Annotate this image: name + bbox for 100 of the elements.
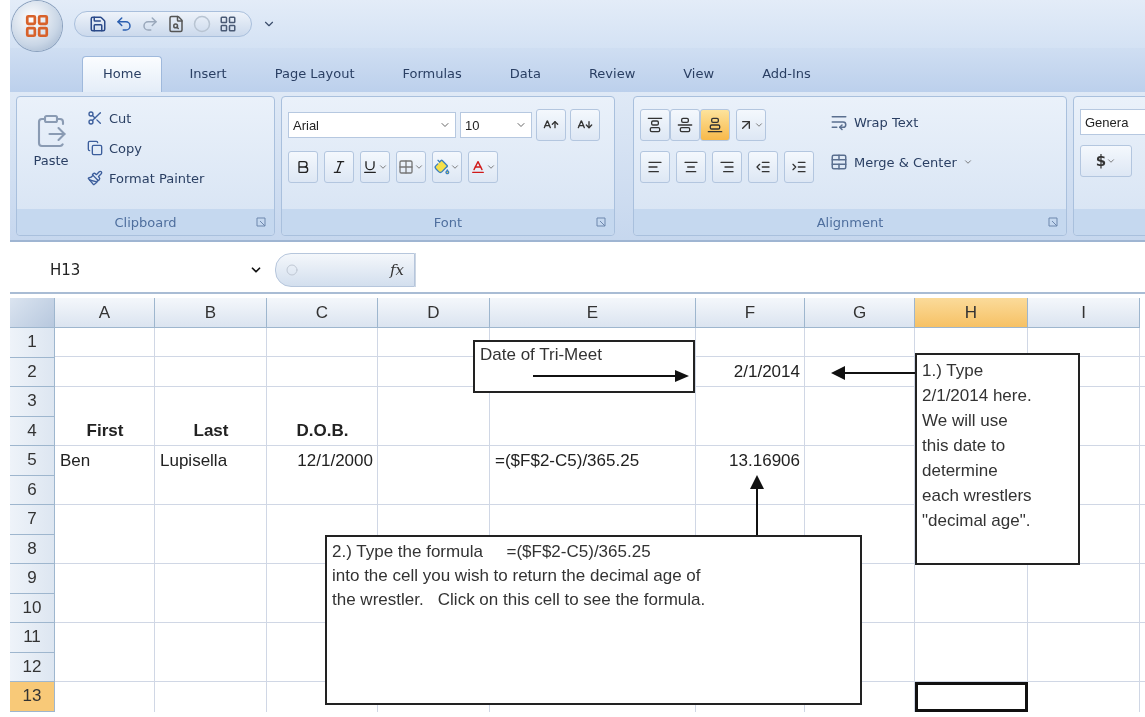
middle-align-icon [677,117,693,133]
vertical-align-button[interactable] [640,109,670,141]
ribbon-tab[interactable]: Formulas [381,56,483,92]
grow-font-button[interactable] [536,109,566,141]
office-button[interactable] [12,1,62,51]
dialog-launcher-icon[interactable] [596,217,606,227]
paste-button[interactable]: Paste [23,105,79,209]
bold-icon [295,159,311,175]
italic-button[interactable] [324,151,354,183]
note-text: 1.) Type 2/1/2014 here. We will use this date to determine each wrestlers "decimal age". [921,360,1033,532]
row-header[interactable]: 8 [10,534,54,564]
selected-cell[interactable] [915,682,1028,712]
table-cell-text: 12/1/2000 [296,449,374,472]
layout-icon[interactable] [219,15,237,33]
align-right-button[interactable] [712,151,742,183]
table-cell-text: Ben [59,449,92,472]
column-header[interactable]: F [696,298,805,328]
bold-button[interactable] [288,151,318,183]
ribbon-tab[interactable]: Insert [168,56,248,92]
font-color-button[interactable] [468,151,498,183]
row-header[interactable]: 12 [10,652,54,682]
align-right-icon [719,159,735,175]
table-cell-text: Lupisella [159,449,229,472]
save-icon[interactable] [89,15,107,33]
font-name-field[interactable]: Arial [288,112,456,138]
print-preview-icon[interactable] [167,15,185,33]
shrink-font-button[interactable] [570,109,600,141]
caret-icon [754,120,764,130]
merge-cells-icon [830,153,848,171]
clipboard-button[interactable]: Format Painter [87,165,205,191]
caret-icon [450,162,460,172]
column-header[interactable]: G [805,298,915,328]
ribbon-tab[interactable]: Review [567,56,657,92]
copy-icon [87,140,103,156]
table-cell-text: 13.16906 [728,449,801,472]
bottom-align-icon [707,117,723,133]
grid-icon [24,13,50,39]
row-header[interactable]: 2 [10,357,54,387]
caret-icon [378,162,388,172]
group-label: Font [433,214,463,230]
column-header[interactable]: E [490,298,696,328]
row-header[interactable]: 9 [10,564,54,594]
table-cell-text: First [85,420,125,443]
note-text: 2.) Type the formula =($F$2-C5)/365.25 into the cell you wish to return the decimal age of the wrestler. Click on this cell to see the formula. [331,541,707,611]
column-header[interactable]: I [1028,298,1140,328]
paintbrush-icon [87,170,103,186]
borders-button[interactable] [396,151,426,183]
dialog-launcher-icon[interactable] [1048,217,1058,227]
ribbon-tab[interactable]: View [662,56,736,92]
row-header[interactable]: 11 [10,623,54,653]
align-center-button[interactable] [676,151,706,183]
clipboard-button[interactable]: Cut [87,105,205,131]
wrap-text-icon [830,113,848,131]
name-box[interactable]: H13 [10,253,275,287]
function-button[interactable]: fx [390,261,404,279]
align-left-button[interactable] [640,151,670,183]
dialog-launcher-icon[interactable] [256,217,266,227]
ribbon-tab[interactable]: Home [82,56,163,92]
borders-icon [398,159,414,175]
column-header[interactable]: D [378,298,490,328]
row-header[interactable]: 4 [10,416,54,446]
caret-icon [414,162,424,172]
row-header[interactable]: 5 [10,446,54,476]
font-size-field[interactable]: 10 [460,112,532,138]
clipboard-button[interactable]: Copy [87,135,205,161]
row-header[interactable]: 10 [10,593,54,623]
column-header[interactable]: H [915,298,1028,328]
row-header[interactable]: 6 [10,475,54,505]
merge-center-button[interactable]: Merge & Center [830,149,973,175]
ribbon-tab[interactable]: Add-Ins [741,56,832,92]
column-header[interactable]: B [155,298,267,328]
column-header[interactable]: C [267,298,378,328]
undo-icon[interactable] [115,15,133,33]
wrap-text-button[interactable]: Wrap Text [830,109,973,135]
scissors-icon [87,110,103,126]
paint-bucket-icon [434,159,450,175]
fill-color-button[interactable] [432,151,462,183]
increase-indent-button[interactable] [784,151,814,183]
vertical-align-button[interactable] [700,109,730,141]
caret-icon [962,157,973,167]
top-align-icon [647,117,663,133]
decrease-indent-button[interactable] [748,151,778,183]
row-header[interactable]: 3 [10,387,54,417]
table-cell-text: Last [192,420,230,443]
currency-button[interactable]: $ [1080,145,1132,177]
italic-icon [331,159,347,175]
column-header[interactable]: A [55,298,155,328]
note-text: Date of Tri-Meet [479,344,603,366]
circle-icon [286,264,298,276]
underline-button[interactable] [360,151,390,183]
number-format-field[interactable]: Genera [1080,109,1145,135]
ribbon-tab[interactable]: Page Layout [253,56,376,92]
vertical-align-button[interactable] [670,109,700,141]
row-header[interactable]: 7 [10,505,54,535]
table-cell-text: D.O.B. [295,420,350,443]
row-header[interactable]: 13 [10,682,54,712]
caret-icon [1106,156,1117,166]
orientation-button[interactable] [736,109,766,141]
ribbon-tab[interactable]: Data [488,56,562,92]
row-header[interactable]: 1 [10,328,54,358]
